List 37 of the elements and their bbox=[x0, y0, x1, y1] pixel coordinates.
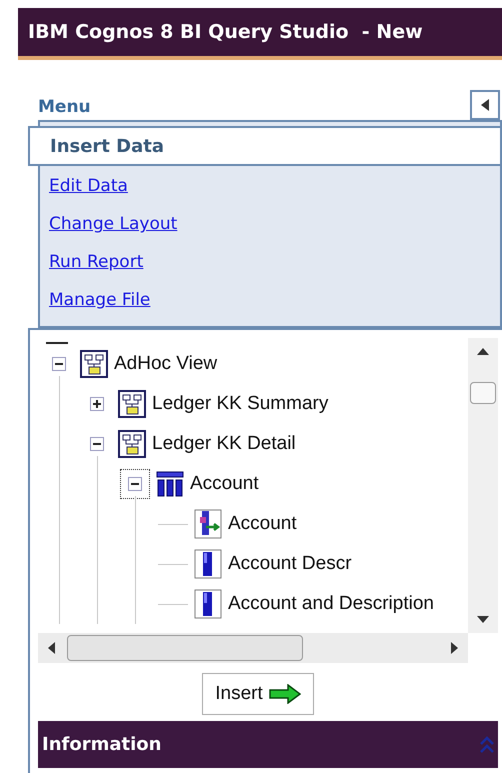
tree-item[interactable]: Account Descr bbox=[228, 550, 352, 578]
caret-left-icon bbox=[481, 99, 489, 111]
column-icon bbox=[194, 549, 222, 579]
menu-link[interactable]: Manage File bbox=[49, 288, 150, 314]
scroll-left-icon bbox=[48, 642, 55, 654]
collapse-toggle[interactable] bbox=[120, 469, 150, 499]
insert-button[interactable]: Insert bbox=[202, 673, 314, 715]
package-icon bbox=[118, 390, 146, 418]
scroll-right-icon bbox=[451, 642, 458, 654]
horizontal-scrollbar[interactable] bbox=[38, 633, 468, 663]
menu-tab[interactable]: Insert Data bbox=[28, 126, 502, 166]
column-icon bbox=[194, 589, 222, 619]
package-icon bbox=[80, 350, 108, 378]
window-title: IBM Cognos 8 BI Query Studio - New bbox=[28, 20, 423, 45]
menu-heading: Menu bbox=[38, 96, 91, 118]
scroll-thumb[interactable] bbox=[67, 635, 303, 661]
scroll-thumb[interactable] bbox=[470, 382, 496, 404]
information-header[interactable]: Information bbox=[38, 721, 498, 768]
menu-link[interactable]: Run Report bbox=[49, 250, 144, 276]
table-icon bbox=[156, 471, 184, 497]
package-icon bbox=[118, 430, 146, 458]
tree-item[interactable]: Account and Description bbox=[228, 590, 434, 618]
scroll-up-icon bbox=[477, 348, 489, 355]
vertical-scrollbar[interactable] bbox=[468, 338, 498, 633]
collapse-button[interactable] bbox=[470, 90, 500, 120]
double-chevron-up-icon[interactable] bbox=[480, 734, 494, 754]
tree-item[interactable]: Ledger KK Detail bbox=[152, 430, 296, 458]
key-column-icon bbox=[194, 509, 222, 539]
arrow-right-icon bbox=[268, 684, 301, 704]
information-title: Information bbox=[42, 733, 162, 757]
menu-link[interactable]: Edit Data bbox=[49, 174, 128, 200]
tree-item[interactable]: Account bbox=[190, 470, 259, 498]
tree-item[interactable]: Account bbox=[228, 510, 297, 538]
tree-item[interactable]: Ledger KK Summary bbox=[152, 390, 328, 418]
tree-item[interactable]: AdHoc View bbox=[114, 350, 218, 378]
menu-link[interactable]: Change Layout bbox=[49, 212, 178, 238]
scroll-down-icon bbox=[477, 616, 489, 623]
